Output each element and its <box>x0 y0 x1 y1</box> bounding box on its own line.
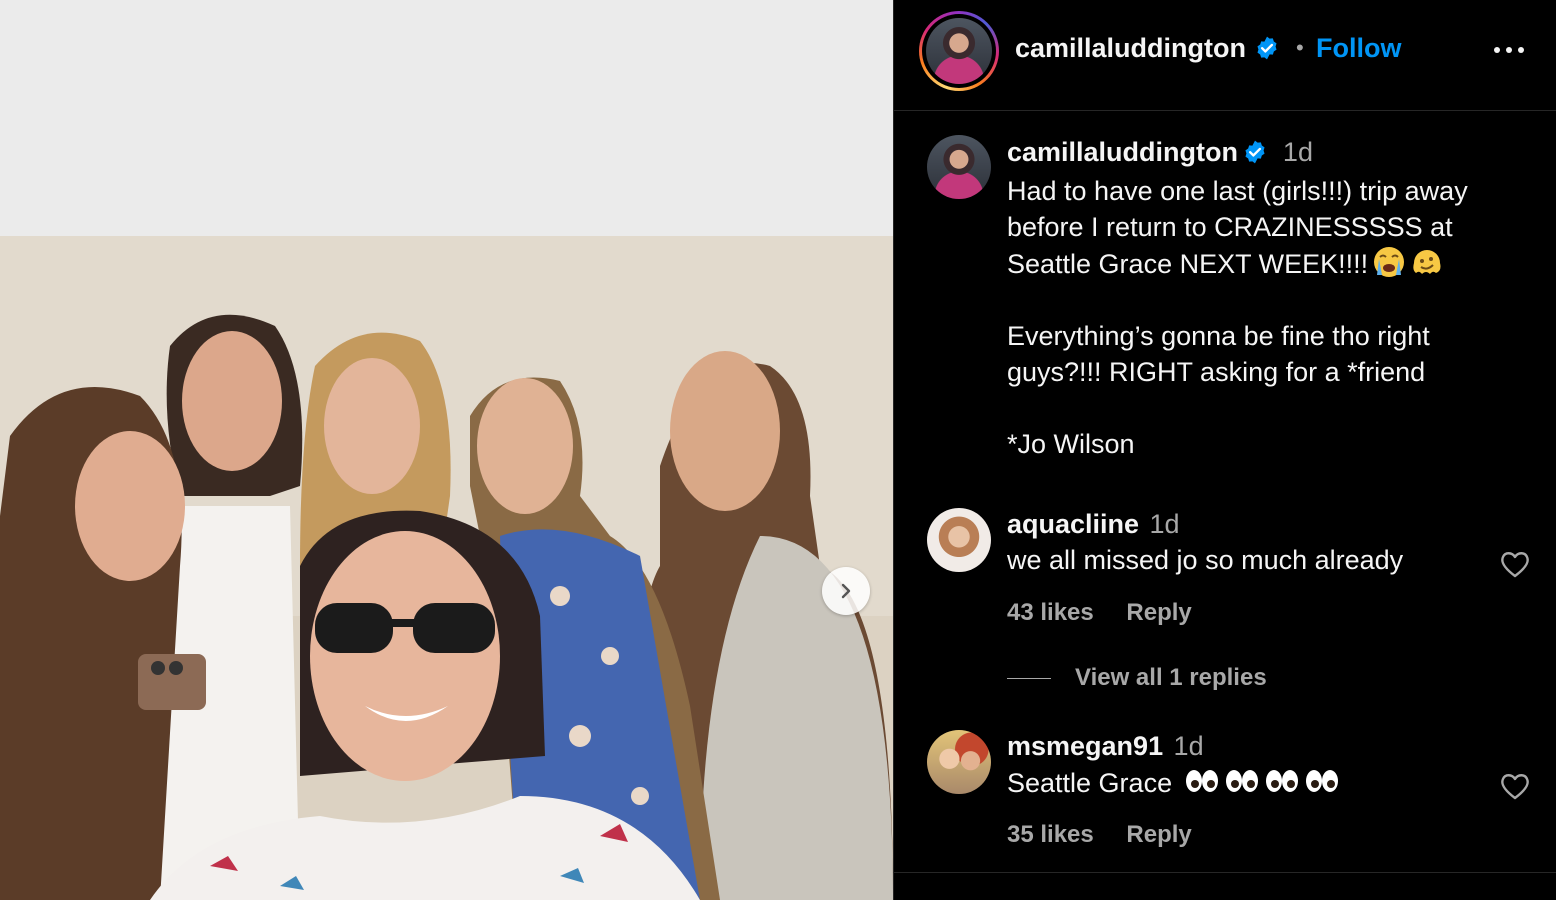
caption-username[interactable]: camillaluddington <box>1007 137 1238 167</box>
more-horizontal-icon[interactable] <box>1491 38 1527 62</box>
eyes-emoji-icon <box>1305 770 1338 792</box>
chevron-right-icon <box>841 583 851 599</box>
comment-header: aquacliine 1d <box>1007 509 1180 540</box>
caption-avatar-image <box>927 135 991 199</box>
replies-line <box>1007 678 1051 680</box>
heart-icon[interactable] <box>1499 771 1531 801</box>
eyes-emoji-icon <box>1265 770 1298 792</box>
caption-line-3: *Jo Wilson <box>1007 429 1135 459</box>
post-photo <box>0 236 893 900</box>
header-username-link[interactable]: camillaluddington <box>1015 33 1280 64</box>
media-letterbox <box>0 0 893 236</box>
header-separator: • <box>1296 35 1304 60</box>
eyes-emoji-icon <box>1225 770 1258 792</box>
comment-meta: 35 likes Reply <box>1007 821 1218 849</box>
comment-avatar[interactable] <box>927 508 991 572</box>
comment-time[interactable]: 1d <box>1150 509 1180 539</box>
eyes-emoji-icon <box>1185 770 1218 792</box>
verified-badge-icon <box>1245 140 1266 164</box>
melting-face-icon <box>1413 250 1441 274</box>
caption-line-2: Everything’s gonna be fine tho right guy… <box>1007 321 1430 387</box>
caption-time[interactable]: 1d <box>1283 137 1313 167</box>
comment-reply-button[interactable]: Reply <box>1126 821 1191 848</box>
comment-reply-button[interactable]: Reply <box>1126 599 1191 626</box>
actions-divider <box>894 872 1556 873</box>
verified-badge-icon <box>1256 36 1277 60</box>
caption-header: camillaluddington 1d <box>1007 137 1313 168</box>
loudly-crying-face-icon <box>1374 247 1405 277</box>
author-avatar <box>926 18 992 84</box>
caption-text: Had to have one last (girls!!!) trip awa… <box>1007 173 1527 462</box>
header-username[interactable]: camillaluddington <box>1015 33 1246 63</box>
comment-likes[interactable]: 43 likes <box>1007 599 1094 626</box>
caption-avatar[interactable] <box>927 135 991 199</box>
post-media <box>0 0 893 900</box>
view-replies-button[interactable]: View all 1 replies <box>1007 664 1267 692</box>
comment-avatar[interactable] <box>927 730 991 794</box>
comment-text: Seattle Grace <box>1007 767 1340 799</box>
group-selfie-illustration <box>0 236 893 900</box>
author-avatar-ring[interactable] <box>919 11 999 91</box>
comment-header: msmegan91 1d <box>1007 731 1204 762</box>
comment-text: we all missed jo so much already <box>1007 545 1404 575</box>
heart-icon[interactable] <box>1499 549 1531 579</box>
post-side-panel: camillaluddington • Follow camillaluddin… <box>893 0 1556 900</box>
comment-username[interactable]: aquacliine <box>1007 509 1139 539</box>
comment-likes[interactable]: 35 likes <box>1007 821 1094 848</box>
follow-button[interactable]: Follow <box>1316 33 1401 64</box>
next-media-button[interactable] <box>822 567 870 615</box>
post-header: camillaluddington • Follow <box>894 0 1556 111</box>
comment-time[interactable]: 1d <box>1174 731 1204 761</box>
comment-meta: 43 likes Reply <box>1007 599 1218 627</box>
caption-line-1: Had to have one last (girls!!!) trip awa… <box>1007 176 1468 279</box>
comment-username[interactable]: msmegan91 <box>1007 731 1163 761</box>
